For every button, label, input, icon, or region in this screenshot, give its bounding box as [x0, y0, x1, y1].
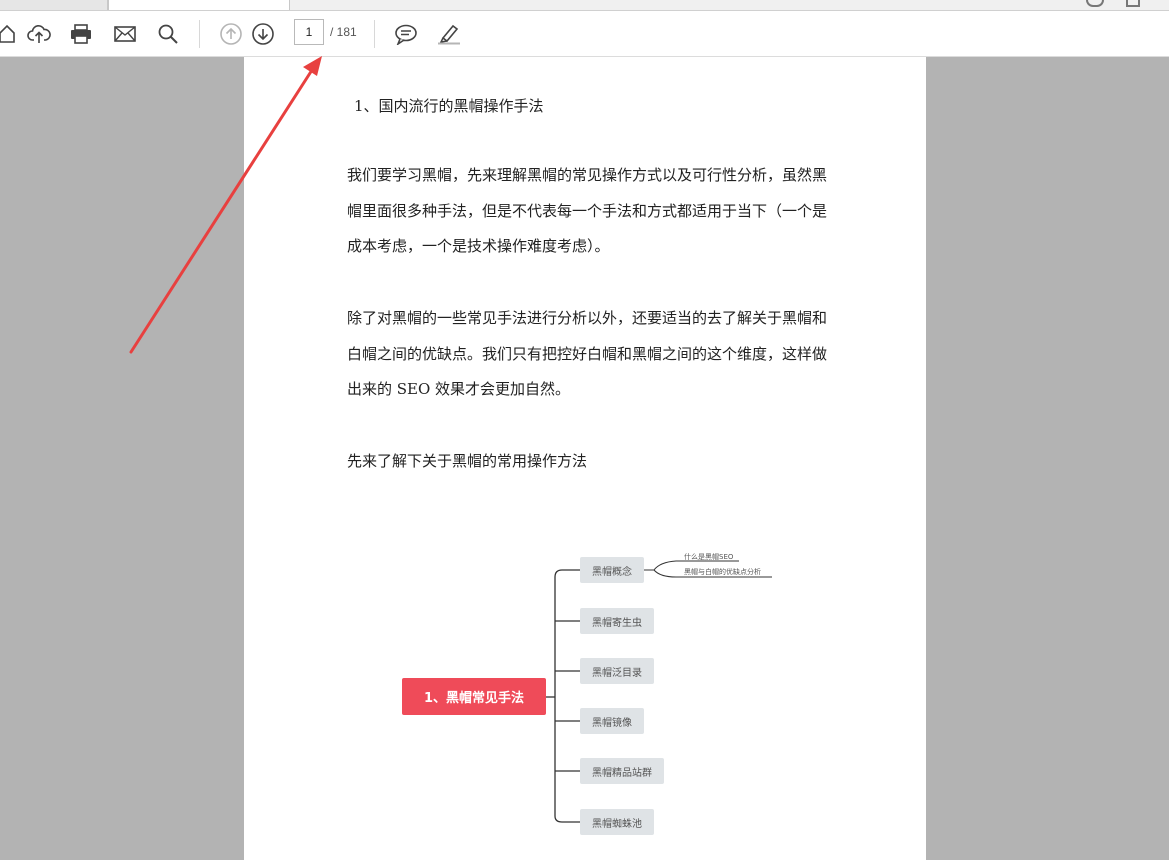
comment-icon[interactable] — [393, 21, 419, 47]
print-icon[interactable] — [68, 21, 94, 47]
next-page-icon[interactable] — [250, 21, 276, 47]
mindmap-subitem: 什么是黑帽SEO — [684, 553, 734, 561]
upload-cloud-icon[interactable] — [26, 21, 52, 47]
highlight-pen-icon[interactable] — [436, 21, 462, 47]
page-number-input[interactable] — [294, 19, 324, 45]
mindmap-node: 黑帽蜘蛛池 — [580, 809, 654, 835]
mindmap-node: 黑帽泛目录 — [580, 658, 654, 684]
previous-page-icon[interactable] — [218, 21, 244, 47]
email-icon[interactable] — [112, 21, 138, 47]
tab-strip — [0, 0, 1169, 11]
mindmap-node: 黑帽寄生虫 — [580, 608, 654, 634]
search-icon[interactable] — [155, 21, 181, 47]
mindmap-node: 黑帽概念 — [580, 557, 644, 583]
document-page: 1、国内流行的黑帽操作手法 我们要学习黑帽，先来理解黑帽的常见操作方式以及可行性… — [244, 57, 926, 860]
toolbar-separator — [199, 20, 200, 48]
home-icon[interactable] — [0, 21, 20, 47]
mindmap-node: 黑帽精品站群 — [580, 758, 664, 784]
tab-active[interactable] — [108, 0, 290, 10]
toolbar-separator — [374, 20, 375, 48]
tab-inactive[interactable] — [0, 0, 108, 10]
mindmap-subitem: 黑帽与白帽的优缺点分析 — [684, 568, 761, 576]
mindmap-root-node: 1、黑帽常见手法 — [402, 678, 546, 715]
toolbar: / 181 — [0, 11, 1169, 57]
page-total-label: / 181 — [330, 25, 357, 39]
mindmap-node: 黑帽镜像 — [580, 708, 644, 734]
mindmap-connectors — [546, 560, 772, 823]
window-icon[interactable] — [1126, 0, 1140, 7]
help-icon[interactable] — [1086, 0, 1104, 7]
